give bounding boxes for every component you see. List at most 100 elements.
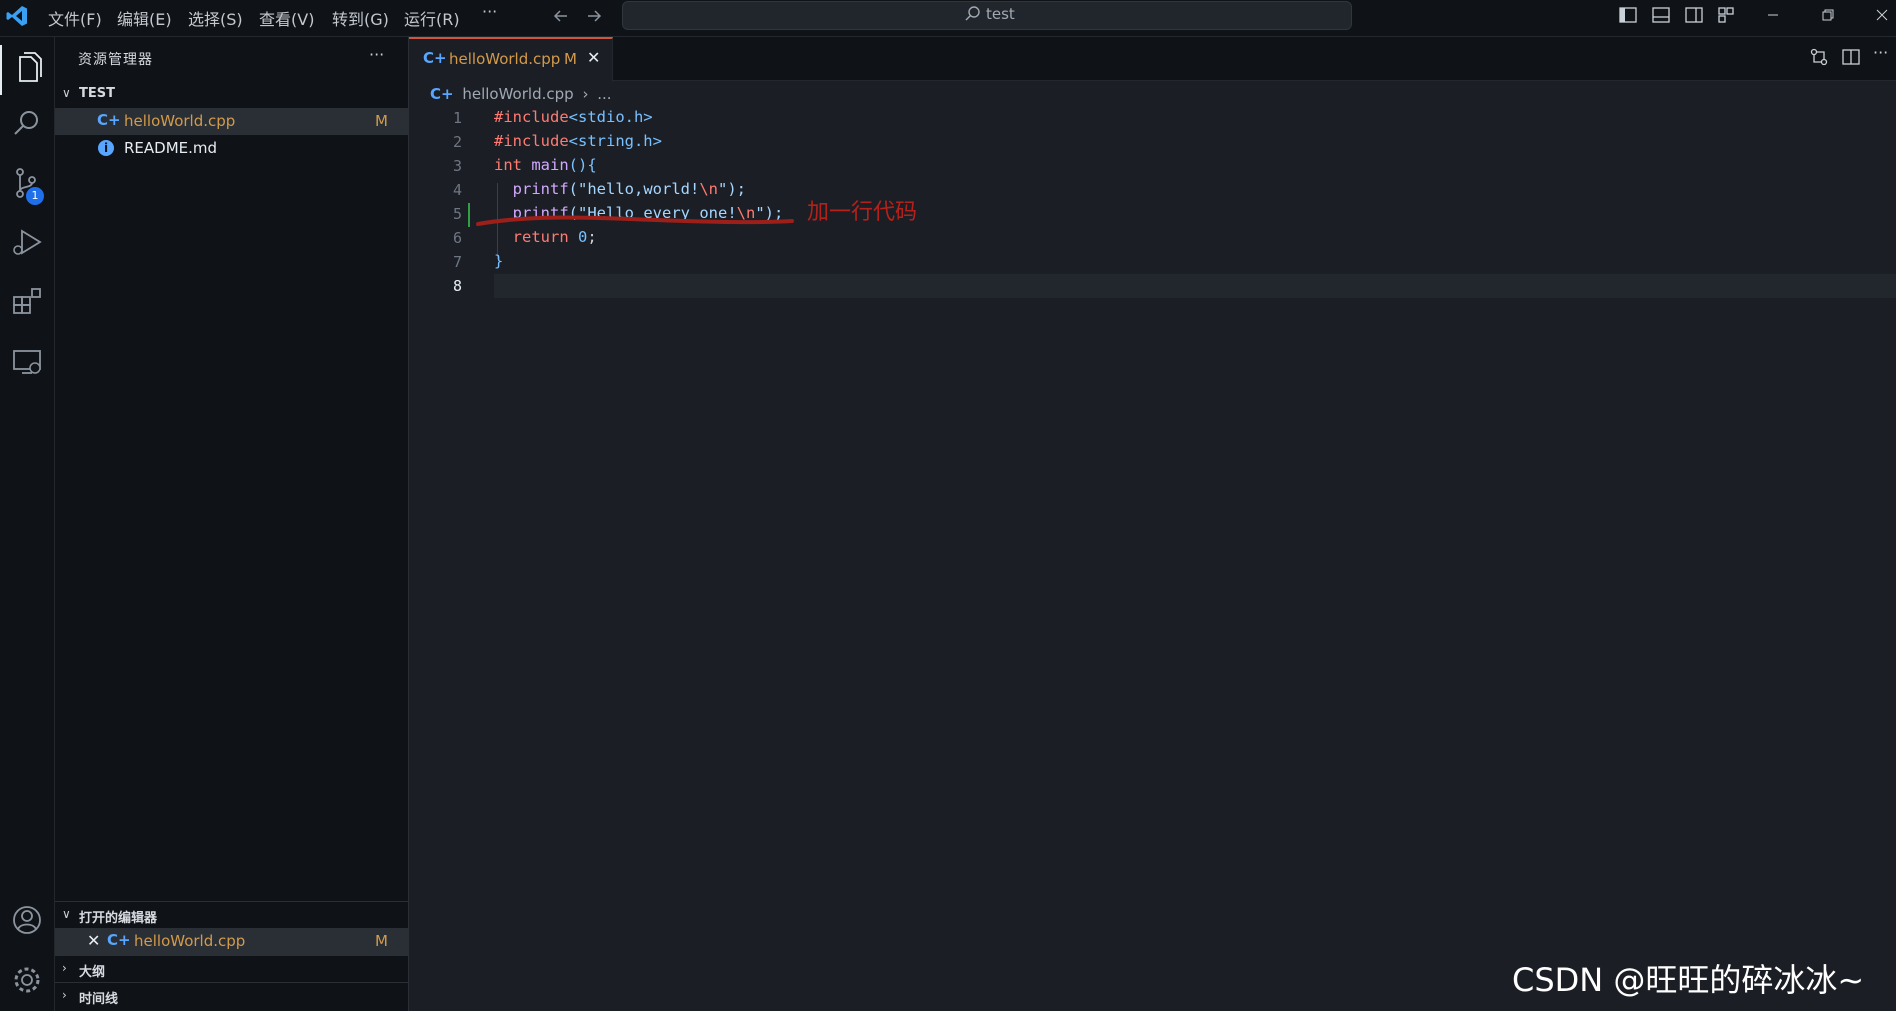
cpp-file-icon: C+ — [97, 111, 121, 129]
file-name: helloWorld.cpp — [124, 112, 236, 130]
customize-layout-icon[interactable] — [1716, 5, 1736, 25]
back-arrow-icon[interactable] — [551, 6, 571, 26]
token-header: <stdio.h> — [568, 108, 653, 126]
menu-file[interactable]: 文件(F) — [48, 6, 102, 30]
explorer-title: 资源管理器 — [78, 52, 153, 68]
extensions-icon[interactable] — [8, 283, 46, 321]
open-editors-label: 打开的编辑器 — [79, 911, 158, 926]
code-line-4[interactable]: printf("hello,world!\n"); — [494, 180, 746, 198]
menu-more[interactable]: ··· — [482, 2, 497, 21]
token-header: <string.h> — [568, 132, 662, 150]
token-punct: (){ — [568, 156, 597, 174]
breadcrumb-more[interactable]: ... — [597, 85, 611, 103]
chevron-down-icon: ∨ — [62, 907, 71, 921]
line-number: 4 — [452, 181, 462, 199]
toggle-primary-sidebar-icon[interactable] — [1618, 5, 1638, 25]
search-text: test — [986, 5, 1015, 23]
toggle-secondary-sidebar-icon[interactable] — [1684, 5, 1704, 25]
token-punct: (" — [568, 180, 588, 198]
settings-gear-icon[interactable] — [8, 961, 46, 999]
chevron-right-icon: › — [62, 961, 67, 975]
chevron-right-icon: › — [582, 85, 589, 103]
token-punct: ; — [587, 228, 597, 246]
toggle-panel-icon[interactable] — [1651, 5, 1671, 25]
line-number: 6 — [452, 229, 462, 247]
line-number: 5 — [452, 205, 462, 223]
run-debug-icon[interactable] — [8, 223, 46, 261]
modified-badge: M — [375, 112, 388, 130]
remote-explorer-icon[interactable] — [8, 343, 46, 381]
outline-header[interactable]: › 大纲 — [55, 955, 408, 983]
token-directive: #include — [494, 108, 569, 126]
menu-go[interactable]: 转到(G) — [332, 6, 389, 30]
line-number: 2 — [452, 133, 462, 151]
tab-helloworld[interactable]: C+ helloWorld.cpp M ✕ — [409, 37, 613, 82]
title-bar: 文件(F) 编辑(E) 选择(S) 查看(V) 转到(G) 运行(R) ··· … — [0, 0, 1896, 37]
token-escape: \n — [699, 180, 718, 198]
explorer-icon[interactable] — [0, 45, 56, 95]
tab-label: helloWorld.cpp — [449, 50, 561, 68]
tab-close-icon[interactable]: ✕ — [587, 48, 600, 67]
timeline-header[interactable]: › 时间线 — [55, 982, 408, 1010]
breadcrumb-file[interactable]: helloWorld.cpp — [462, 85, 573, 103]
outline-label: 大纲 — [79, 965, 106, 980]
open-changes-icon[interactable] — [1809, 47, 1829, 67]
open-editors-header[interactable]: ∨ 打开的编辑器 — [55, 901, 408, 929]
modified-badge: M — [375, 932, 388, 950]
line-number: 3 — [452, 157, 462, 175]
breadcrumb: C+ helloWorld.cpp › ... — [430, 85, 612, 103]
account-icon[interactable] — [8, 901, 46, 939]
token-type: int — [494, 156, 522, 174]
cpp-file-icon: C+ — [423, 49, 447, 67]
info-icon: i — [98, 140, 114, 156]
token-function: main — [531, 156, 569, 174]
activity-bar: 1 — [0, 37, 55, 1011]
watermark: CSDN @旺旺的碎冰冰~ — [1512, 961, 1865, 999]
vscode-logo-icon[interactable] — [5, 4, 29, 28]
open-editor-item[interactable]: ✕ C+ helloWorld.cpp M — [55, 928, 408, 955]
current-line-highlight — [494, 274, 1896, 298]
timeline-label: 时间线 — [79, 992, 119, 1007]
code-line-6[interactable]: return 0; — [494, 228, 597, 246]
file-row-readme[interactable]: i README.md — [55, 135, 408, 162]
token-function: printf — [512, 180, 569, 198]
code-line-7[interactable]: } — [494, 252, 503, 270]
line-number: 8 — [452, 277, 462, 295]
file-name: README.md — [124, 139, 218, 157]
line-number: 1 — [452, 109, 462, 127]
search-icon[interactable] — [8, 105, 46, 143]
cpp-file-icon: C+ — [107, 931, 131, 949]
explorer-more-actions[interactable]: ··· — [369, 45, 384, 64]
split-editor-icon[interactable] — [1841, 47, 1861, 67]
folder-label: TEST — [79, 86, 115, 101]
menu-selection[interactable]: 选择(S) — [188, 6, 243, 30]
search-icon — [964, 5, 982, 23]
added-line-gutter-marker — [468, 203, 470, 227]
restore-icon[interactable] — [1818, 5, 1838, 25]
menu-view[interactable]: 查看(V) — [259, 6, 314, 30]
minimize-icon[interactable] — [1763, 5, 1783, 25]
code-line-3[interactable]: int main(){ — [494, 156, 597, 174]
annotation-text: 加一行代码 — [807, 200, 918, 225]
tab-bar: ··· — [409, 37, 1896, 81]
code-line-2[interactable]: #include<string.h> — [494, 132, 662, 150]
explorer-sidebar: 资源管理器 ··· ∨ TEST C+ helloWorld.cpp M i R… — [55, 37, 409, 1011]
token-brace: } — [494, 252, 504, 270]
folder-test[interactable]: ∨ TEST — [55, 81, 408, 108]
token-keyword: return — [512, 228, 569, 246]
forward-arrow-icon[interactable] — [584, 6, 604, 26]
line-number: 7 — [452, 253, 462, 271]
menu-edit[interactable]: 编辑(E) — [117, 6, 172, 30]
source-control-badge: 1 — [26, 187, 44, 205]
token-directive: #include — [494, 132, 569, 150]
chevron-right-icon: › — [62, 988, 67, 1002]
close-editor-icon[interactable]: ✕ — [87, 931, 100, 950]
file-row-helloworld[interactable]: C+ helloWorld.cpp M — [55, 108, 408, 135]
cpp-file-icon: C+ — [430, 85, 454, 103]
token-punct: "); — [718, 180, 746, 198]
close-window-icon[interactable] — [1872, 5, 1892, 25]
menu-run[interactable]: 运行(R) — [404, 6, 460, 30]
code-line-1[interactable]: #include<stdio.h> — [494, 108, 653, 126]
editor-more-actions[interactable]: ··· — [1873, 43, 1888, 62]
token-string: hello,world! — [587, 180, 700, 198]
